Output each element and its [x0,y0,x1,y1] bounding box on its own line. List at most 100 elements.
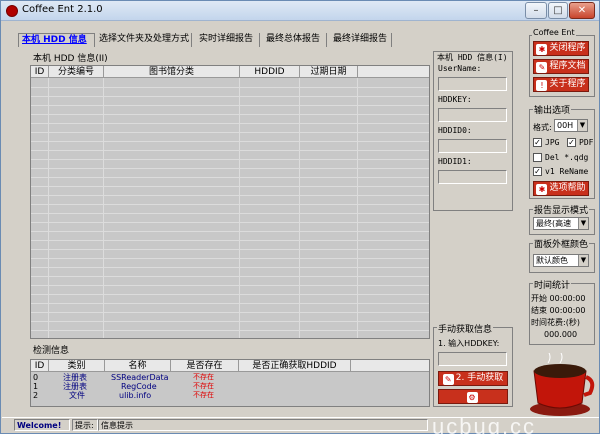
table-row[interactable] [31,151,429,160]
hdd-info-table[interactable]: ID 分类编号 图书馆分类 HDDID 过期日期 [30,65,430,339]
col-header-id[interactable]: ID [31,66,49,78]
tab-select-folder[interactable]: 选择文件夹及处理方式 [96,33,192,47]
title-bar: Coffee Ent 2.1.0 – □ ✕ [1,1,599,21]
maximize-button[interactable]: □ [548,2,568,19]
hddkey-field[interactable] [438,108,507,122]
manual-fetch-label: 手动获取信息 [437,322,494,335]
table-row[interactable] [31,160,429,169]
tab-realtime-report[interactable]: 实时详细报告 [196,33,260,47]
table-row[interactable] [31,187,429,196]
col-header-id[interactable]: ID [31,360,49,372]
manual-secondary-button[interactable]: ⚙ [438,389,508,404]
hdd-info-group-label: 本机 HDD 信息(II) [32,51,109,64]
check-info-group-label: 检测信息 [32,343,71,356]
tab-final-detail[interactable]: 最终详细报告 [330,33,392,47]
table-row[interactable] [31,106,429,115]
col-header-name[interactable]: 名称 [105,360,171,372]
program-doc-button[interactable]: ✎ 程序文档 [533,59,589,74]
table-row[interactable] [31,124,429,133]
table-row[interactable] [31,88,429,97]
check-row-exists: 不存在 [193,391,214,399]
timing-label: 时间统计 [533,278,572,291]
jpg-checkbox[interactable]: ✓ [533,138,542,147]
table-row[interactable] [31,304,429,313]
report-mode-label: 报告显示模式 [533,203,590,216]
table-row[interactable] [31,268,429,277]
pdf-checkbox[interactable]: ✓ [567,138,576,147]
manual-hddkey-field[interactable] [438,352,507,366]
check-row-name: ulib.info [119,391,152,400]
manual-fetch-button[interactable]: ✎ 2. 手动获取 [438,371,508,386]
panel-color-select[interactable]: 默认颜色 ▼ [533,254,589,267]
program-doc-label: 程序文档 [549,61,586,71]
options-help-button[interactable]: ✱ 选项帮助 [533,181,589,196]
tab-final-summary[interactable]: 最终总体报告 [263,33,327,47]
del-qdg-label: Del *.qdg [545,153,589,162]
table-row[interactable] [31,241,429,250]
table-row[interactable] [31,232,429,241]
hddid1-label: HDDID1: [438,157,472,166]
table-row[interactable] [31,223,429,232]
hddid0-field[interactable] [438,139,507,153]
table-row[interactable] [31,97,429,106]
check-row-exists: 不存在 [193,373,214,381]
table-row[interactable] [31,79,429,88]
rename-checkbox[interactable]: ✓ [533,167,542,176]
table-row[interactable] [31,313,429,322]
app-window: Coffee Ent 2.1.0 – □ ✕ 本机 HDD 信息 选择文件夹及处… [0,0,600,439]
gear-icon: ⚙ [466,392,478,403]
table-row[interactable] [31,178,429,187]
hddid0-label: HDDID0: [438,126,472,135]
table-row[interactable] [31,250,429,259]
check-info-table[interactable]: ID 类别 名称 是否存在 是否正确获取HDDID 0 注册表 SSReader… [30,359,430,407]
col-header-expire-date[interactable]: 过期日期 [300,66,358,78]
check-row-id: 0 [33,373,39,382]
check-table-header: ID 类别 名称 是否存在 是否正确获取HDDID [31,360,429,372]
table-row[interactable] [31,322,429,331]
table-row[interactable] [31,169,429,178]
close-button[interactable]: ✕ [569,2,595,19]
chevron-down-icon: ▼ [577,120,587,131]
col-header-hddid-ok[interactable]: 是否正确获取HDDID [239,360,351,372]
username-field[interactable] [438,77,507,91]
report-mode-value: 最终(高速 [536,219,572,228]
manual-fetch-button-label: 2. 手动获取 [455,373,504,383]
minimize-button[interactable]: – [525,2,547,19]
del-qdg-checkbox[interactable] [533,153,542,162]
close-program-button[interactable]: ✱ 关闭程序 [533,41,589,56]
start-time: 开始 00:00:00 [531,294,586,303]
chevron-down-icon: ▼ [578,218,588,229]
pdf-label: PDF [579,138,594,147]
run-icon: ✱ [536,184,548,195]
check-row-name: RegCode [121,382,157,391]
check-row-type: 文件 [69,391,85,400]
about-button[interactable]: ! 关于程序 [533,77,589,92]
hddid1-field[interactable] [438,170,507,184]
table-row[interactable] [31,295,429,304]
table-row[interactable] [31,277,429,286]
table-row[interactable] [31,133,429,142]
output-options-label: 输出选项 [533,103,572,116]
jpg-label: JPG [545,138,560,147]
table-row[interactable] [31,259,429,268]
coffee-app-icon [6,5,18,17]
col-header-exists[interactable]: 是否存在 [171,360,239,372]
col-header-type[interactable]: 类别 [49,360,105,372]
tab-hdd-info[interactable]: 本机 HDD 信息 [18,33,95,47]
check-row-name: SSReaderData [111,373,169,382]
options-help-label: 选项帮助 [549,183,586,193]
table-row[interactable] [31,115,429,124]
hdd-side-group-label: 本机 HDD 信息(I) [436,52,509,63]
col-header-library-class[interactable]: 图书馆分类 [104,66,240,78]
format-select[interactable]: 00H ▼ [554,119,588,132]
table-row[interactable] [31,205,429,214]
col-header-hddid[interactable]: HDDID [240,66,300,78]
watermark: ucbug.cc [432,414,537,439]
table-row[interactable] [31,214,429,223]
wrench-icon: ✎ [442,374,454,385]
table-row[interactable] [31,196,429,205]
col-header-class-no[interactable]: 分类编号 [49,66,104,78]
report-mode-select[interactable]: 最终(高速 ▼ [533,217,589,230]
table-row[interactable] [31,286,429,295]
table-row[interactable] [31,142,429,151]
